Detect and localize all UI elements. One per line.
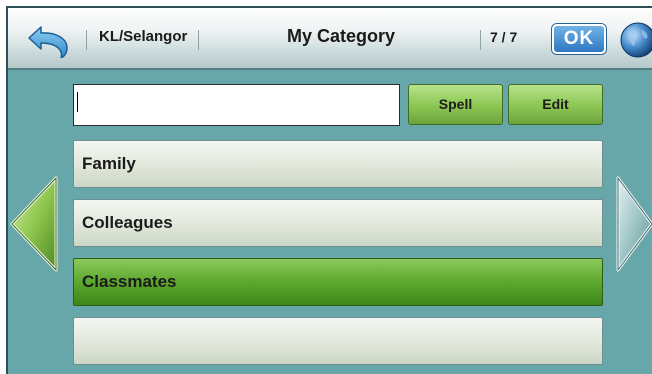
category-name-input[interactable]	[73, 84, 400, 126]
spell-button[interactable]: Spell	[408, 84, 503, 125]
top-bar: KL/Selangor My Category 7 / 7 OK	[6, 6, 652, 70]
list-item-empty[interactable]	[73, 317, 603, 365]
ok-button[interactable]: OK	[552, 24, 606, 54]
undo-arrow-icon	[28, 26, 68, 59]
right-arrow-icon	[616, 176, 652, 272]
back-button[interactable]	[25, 24, 71, 59]
text-cursor	[77, 92, 78, 112]
globe-icon	[620, 22, 652, 58]
previous-page-button[interactable]	[8, 174, 60, 274]
separator	[198, 30, 199, 50]
separator	[86, 30, 87, 50]
page-indicator: 7 / 7	[490, 29, 518, 45]
region-label: KL/Selangor	[99, 28, 188, 45]
list-item-colleagues[interactable]: Colleagues	[73, 199, 603, 247]
globe-button[interactable]	[620, 22, 652, 58]
edit-button[interactable]: Edit	[508, 84, 603, 125]
separator	[480, 30, 481, 50]
left-arrow-icon	[10, 176, 58, 272]
next-page-button[interactable]	[614, 174, 652, 274]
page-title: My Category	[286, 26, 396, 46]
list-item-family[interactable]: Family	[73, 140, 603, 188]
navigator-screen: KL/Selangor My Category 7 / 7 OK Spell E…	[6, 6, 652, 374]
list-item-classmates[interactable]: Classmates	[73, 258, 603, 306]
